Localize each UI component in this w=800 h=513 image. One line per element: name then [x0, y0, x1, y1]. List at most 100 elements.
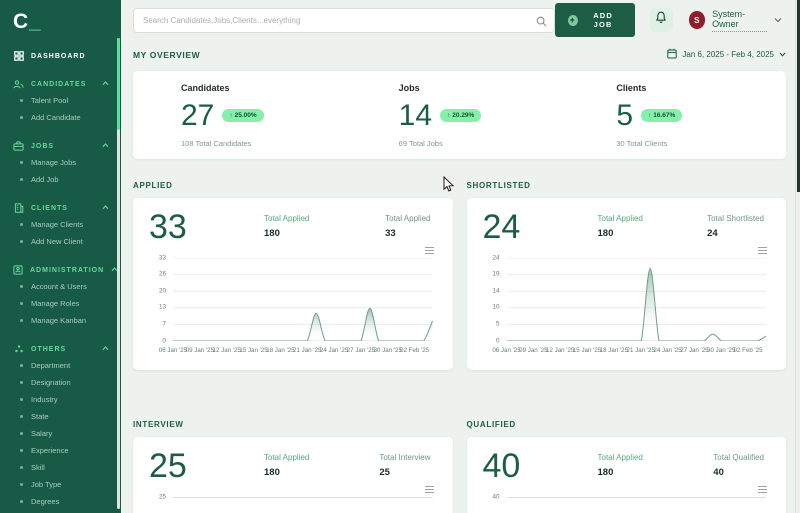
chevron-up-icon	[102, 142, 109, 150]
notification-bell-button[interactable]	[650, 8, 673, 32]
search-icon[interactable]	[536, 14, 547, 32]
chevron-down-icon[interactable]	[774, 17, 782, 23]
page-title: MY OVERVIEW	[133, 49, 201, 60]
sidebar-item-add-new-client[interactable]: Add New Client	[13, 233, 121, 250]
chart-card: 25 Total Applied 180 Total Interview 25 …	[133, 437, 453, 513]
section-label: JOBS	[31, 142, 55, 150]
sidebar-item-job-type[interactable]: Job Type	[13, 476, 121, 493]
bullet-icon	[20, 223, 23, 226]
chart-y-axis: 40	[492, 493, 500, 501]
sidebar-item-industry[interactable]: Industry	[13, 391, 121, 408]
sidebar-scrollbar[interactable]	[117, 38, 120, 509]
bullet-icon	[20, 319, 23, 322]
sidebar-item-manage-jobs[interactable]: Manage Jobs	[13, 154, 121, 171]
section-label: CANDIDATES	[31, 80, 87, 88]
sidebar-item-label: Manage Kanban	[31, 316, 87, 325]
stat-value: 27	[181, 98, 215, 132]
sidebar-item-account-users[interactable]: Account & Users	[13, 278, 121, 295]
chart-plot	[507, 497, 767, 513]
sidebar-item-label: Add New Client	[31, 237, 83, 246]
chart-stat-1: Total Applied 180	[598, 449, 643, 478]
chart-menu-icon[interactable]	[757, 485, 768, 495]
date-range-picker[interactable]: Jan 6, 2025 - Feb 4, 2025	[667, 48, 786, 61]
bullet-icon	[20, 302, 23, 305]
bullet-icon	[20, 364, 23, 367]
stat-label: Total Qualified	[713, 453, 764, 462]
user-menu[interactable]: System-Owner	[712, 9, 767, 32]
change-value: 16.67%	[653, 112, 676, 119]
sidebar-item-label: Talent Pool	[31, 96, 69, 105]
area-chart: 0 7 13 20 26 33 06 Jan '25 09 Jan '25 12 Jan '2…	[149, 254, 437, 354]
sidebar-item-experience[interactable]: Experience	[13, 442, 121, 459]
bullet-icon	[20, 398, 23, 401]
chart-summary: 24 Total Applied 180 Total Shortlisted 2…	[483, 209, 771, 246]
sidebar-item-label: Department	[31, 361, 71, 370]
dashboard-content: MY OVERVIEW Jan 6, 2025 - Feb 4, 2025 Ca…	[121, 40, 800, 513]
chart-menu-icon[interactable]	[424, 246, 435, 256]
sidebar-item-salary[interactable]: Salary	[13, 425, 121, 442]
chart-summary: 33 Total Applied 180 Total Applied 33	[149, 208, 437, 246]
chart-x-axis: 06 Jan '25 09 Jan '25 12 Jan '25 15 Jan '25…	[492, 346, 763, 354]
area-chart: 0 5 10 14 19 24 06 Jan '25 09 Jan '25 12 Jan '2…	[483, 254, 771, 354]
user-avatar[interactable]: S	[688, 11, 706, 29]
chart-plot	[506, 258, 766, 341]
sidebar-section-others[interactable]: OTHERS	[13, 341, 121, 357]
chart-section-title: SHORTLISTED	[466, 181, 531, 190]
area-chart: 25	[149, 493, 437, 513]
bullet-icon	[20, 449, 23, 452]
sidebar-item-label: Account & Users	[31, 282, 87, 291]
calendar-icon	[667, 48, 678, 61]
section-label: ADMINISTRATION	[30, 266, 105, 274]
sidebar-item-department[interactable]: Department	[13, 357, 121, 374]
chart-big-value: 33	[149, 208, 187, 246]
sidebar-nav: CANDIDATES Talent Pool Add Candidate JOBS Ma…	[13, 76, 121, 513]
sidebar-item-state[interactable]: State	[13, 408, 121, 425]
sidebar-item-label: Skill	[31, 463, 45, 472]
chart-menu-icon[interactable]	[424, 485, 435, 495]
chart-y-axis: 0 5 10 14 19 24	[492, 254, 500, 345]
bullet-icon	[20, 240, 23, 243]
sidebar-item-manage-clients[interactable]: Manage Clients	[13, 216, 121, 233]
sidebar: C_ DASHBOARD CANDIDATES Talent Pool Add Ca…	[0, 0, 121, 513]
overview-stat-jobs: Jobs 14 ↑ 20.29% 69 Total Jobs	[351, 83, 569, 148]
sidebar-item-degrees[interactable]: Degrees	[13, 493, 121, 510]
sidebar-item-add-candidate[interactable]: Add Candidate	[13, 109, 121, 126]
id-badge-icon	[13, 265, 23, 275]
chart-y-axis: 25	[158, 493, 166, 501]
app-logo[interactable]: C_	[13, 10, 121, 34]
sidebar-item-dashboard[interactable]: DASHBOARD	[13, 48, 121, 64]
sidebar-section-jobs[interactable]: JOBS	[13, 138, 121, 154]
stat-value: 180	[264, 228, 280, 239]
sidebar-item-talent-pool[interactable]: Talent Pool	[13, 92, 121, 109]
page-scrollbar[interactable]	[795, 0, 800, 513]
sidebar-item-manage-roles[interactable]: Manage Roles	[13, 295, 121, 312]
chart-section-title: INTERVIEW	[133, 420, 184, 429]
search-input[interactable]	[133, 7, 555, 33]
sidebar-section-candidates[interactable]: CANDIDATES	[13, 76, 121, 92]
sidebar-item-label: Manage Roles	[31, 299, 80, 308]
sidebar-item-label: Manage Clients	[31, 220, 84, 229]
add-job-button[interactable]: + ADD JOB	[554, 3, 636, 37]
sidebar-item-manage-kanban[interactable]: Manage Kanban	[13, 312, 121, 329]
overview-stat-candidates: Candidates 27 ↑ 25.00% 108 Total Candidates	[133, 83, 351, 148]
sidebar-item-label: Job Type	[31, 480, 62, 489]
search-wrap	[133, 7, 555, 33]
chart-card: 33 Total Applied 180 Total Applied 33 07…	[133, 198, 453, 370]
stat-value: 5	[616, 98, 634, 132]
change-value: 20.29%	[452, 112, 475, 119]
chevron-up-icon	[102, 204, 109, 212]
sidebar-item-skill[interactable]: Skill	[13, 459, 121, 476]
sidebar-item-add-job[interactable]: Add Job	[13, 171, 121, 188]
charts-grid: APPLIED 33 Total Applied 180 Total Appli…	[133, 181, 786, 513]
sidebar-section-clients[interactable]: CLIENTS	[13, 200, 121, 216]
chart-plot	[173, 258, 433, 341]
stat-label: Total Applied	[264, 453, 310, 462]
sidebar-section-administration[interactable]: ADMINISTRATION	[13, 262, 121, 278]
chevron-up-icon	[102, 80, 109, 88]
sidebar-item-designation[interactable]: Designation	[13, 374, 121, 391]
chart-card: 24 Total Applied 180 Total Shortlisted 2…	[466, 198, 786, 370]
stat-value: 14	[398, 98, 433, 132]
chart-menu-icon[interactable]	[757, 246, 768, 256]
sidebar-item-label: Manage Jobs	[31, 158, 77, 167]
sidebar-scrollbar-thumb[interactable]	[117, 38, 120, 130]
